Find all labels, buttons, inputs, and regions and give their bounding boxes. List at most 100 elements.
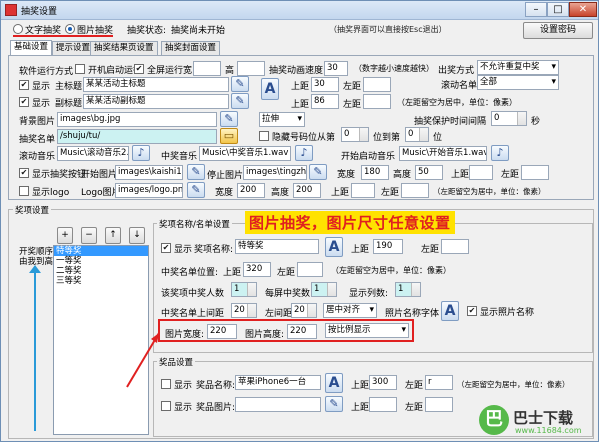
auto-run-checkbox[interactable] xyxy=(75,64,85,74)
prize-item[interactable]: 二等奖 xyxy=(54,266,148,276)
prize-name-input[interactable]: 特等奖 xyxy=(235,239,319,254)
roll-list-select[interactable]: 全部 xyxy=(477,75,559,90)
win-music-icon[interactable]: ♪ xyxy=(295,145,313,161)
main-title-font-icon[interactable]: ✎ xyxy=(231,76,249,92)
photo-font-style-icon[interactable]: A xyxy=(441,301,459,321)
ratio-select[interactable]: 按比例显示 xyxy=(325,323,409,338)
tab-tips[interactable]: 提示设置 xyxy=(52,41,95,55)
stop-img-input[interactable]: images\tingzhi1. xyxy=(243,165,307,180)
fullscreen-checkbox[interactable] xyxy=(134,64,144,74)
award-img-input[interactable] xyxy=(235,397,321,412)
start-music-icon[interactable]: ♪ xyxy=(491,145,509,161)
logo-img-input[interactable]: images/logo.png xyxy=(115,183,183,198)
align-select[interactable]: 居中对齐 xyxy=(323,303,377,318)
sub-top-input[interactable]: 86 xyxy=(311,94,339,109)
prize-item-selected[interactable]: 特等奖 xyxy=(54,246,148,256)
btn-height-input[interactable]: 50 xyxy=(415,165,443,180)
start-music-input[interactable]: Music\开始音乐1.wav xyxy=(399,146,487,161)
main-title-style-icon[interactable]: A xyxy=(261,78,279,100)
tab-basic[interactable]: 基础设置 xyxy=(10,40,53,55)
width-input[interactable] xyxy=(193,61,221,76)
start-img-input[interactable]: images\kaishi1.p xyxy=(115,165,183,180)
win-music-input[interactable]: Music\中奖音乐1.wav xyxy=(199,146,291,161)
close-button[interactable]: ✕ xyxy=(569,2,597,17)
tab-result[interactable]: 抽奖结果页设置 xyxy=(90,41,158,55)
hide-mobile-checkbox[interactable] xyxy=(259,131,269,141)
roll-music-icon[interactable]: ♪ xyxy=(132,145,150,161)
interval-unit: 秒 xyxy=(531,117,541,127)
prize-show-checkbox[interactable] xyxy=(161,243,171,253)
main-title-show-checkbox[interactable] xyxy=(19,80,29,90)
logo-img-icon[interactable]: ✎ xyxy=(187,182,205,198)
list-top-input[interactable]: 320 xyxy=(243,262,271,277)
start-img-icon[interactable]: ✎ xyxy=(187,164,205,180)
interval-input[interactable]: 0 xyxy=(491,111,527,126)
sub-title-input[interactable]: 某某活动副标题 xyxy=(83,94,229,109)
award-img-top-input[interactable] xyxy=(369,397,397,412)
logo-width-input[interactable]: 200 xyxy=(237,183,265,198)
prize-item[interactable]: 一等奖 xyxy=(54,256,148,266)
btn-width-input[interactable]: 180 xyxy=(361,165,389,180)
from-input[interactable]: 0 xyxy=(341,127,369,142)
show-logo-checkbox[interactable] xyxy=(19,186,29,196)
mode-image-radio[interactable] xyxy=(65,24,75,34)
move-up-button[interactable]: ↑ xyxy=(105,227,121,244)
logo-height-input[interactable]: 200 xyxy=(293,183,321,198)
logo-left-input[interactable] xyxy=(401,183,429,198)
img-height-input[interactable]: 220 xyxy=(287,324,317,339)
tab-cover[interactable]: 抽奖封面设置 xyxy=(161,41,221,55)
minimize-button[interactable]: – xyxy=(525,2,547,17)
award-top-input[interactable]: 300 xyxy=(369,375,397,390)
to-input[interactable]: 0 xyxy=(405,127,429,142)
show-btn-checkbox[interactable] xyxy=(19,168,29,178)
winner-top-input[interactable]: 20 xyxy=(231,303,257,318)
award-name-input[interactable]: 苹果iPhone6一台 xyxy=(235,375,321,390)
out-mode-select[interactable]: 不允许重复中奖 xyxy=(477,60,559,75)
winner-left-input[interactable]: 20 xyxy=(291,303,317,318)
cols-input[interactable]: 1 xyxy=(395,282,421,297)
bg-browse-icon[interactable]: ✎ xyxy=(220,111,238,127)
award-img-browse-icon[interactable]: ✎ xyxy=(325,396,343,412)
count-input[interactable]: 1 xyxy=(231,282,257,297)
list-left-input[interactable] xyxy=(297,262,323,277)
folder-icon[interactable]: ▭ xyxy=(220,128,238,144)
speed-input[interactable]: 30 xyxy=(324,61,348,76)
main-left-input[interactable] xyxy=(363,77,391,92)
prize-top-input[interactable]: 190 xyxy=(373,239,403,254)
award-img-left-input[interactable] xyxy=(425,397,453,412)
main-top-input[interactable]: 30 xyxy=(311,77,339,92)
prize-item[interactable]: 三等奖 xyxy=(54,276,148,286)
bg-stretch-select[interactable]: 拉伸 xyxy=(259,112,305,127)
maximize-button[interactable]: □ xyxy=(547,2,569,17)
prize-left-input[interactable] xyxy=(441,239,469,254)
prize-name-style-icon[interactable]: A xyxy=(325,237,343,257)
height-input[interactable] xyxy=(237,61,265,76)
award-name-style-icon[interactable]: A xyxy=(325,373,343,393)
set-password-button[interactable]: 设置密码 xyxy=(523,22,593,39)
sub-title-font-icon[interactable]: ✎ xyxy=(231,93,249,109)
logo-top-input[interactable] xyxy=(351,183,375,198)
show-photo-name-checkbox[interactable] xyxy=(467,306,477,316)
main-title-input[interactable]: 某某活动主标题 xyxy=(83,77,229,92)
award-img-show-checkbox[interactable] xyxy=(161,401,171,411)
btn-left-input[interactable] xyxy=(521,165,549,180)
width-label: 宽 xyxy=(183,66,193,76)
fullscreen-label: 全屏运行 xyxy=(147,66,184,76)
btn-top-input[interactable] xyxy=(469,165,493,180)
img-width-input[interactable]: 220 xyxy=(207,324,237,339)
photo-font-label: 照片名称字体 xyxy=(385,309,440,319)
list-input[interactable]: /shuju/tu/ xyxy=(57,129,217,144)
add-prize-button[interactable]: + xyxy=(57,227,73,244)
sub-title-show-checkbox[interactable] xyxy=(19,97,29,107)
roll-music-input[interactable]: Music\滚动音乐2.wa xyxy=(57,146,129,161)
remove-prize-button[interactable]: − xyxy=(81,227,97,244)
mode-text-radio[interactable] xyxy=(13,24,23,34)
mode-underline xyxy=(13,35,113,37)
stop-img-icon[interactable]: ✎ xyxy=(309,164,327,180)
move-down-button[interactable]: ↓ xyxy=(129,227,145,244)
bg-input[interactable]: images\bg.jpg xyxy=(57,112,217,127)
sub-left-input[interactable] xyxy=(363,94,391,109)
award-left-input[interactable]: r xyxy=(425,375,453,390)
each-input[interactable]: 1 xyxy=(311,282,337,297)
award-img-top-label: 上距 xyxy=(351,403,370,413)
